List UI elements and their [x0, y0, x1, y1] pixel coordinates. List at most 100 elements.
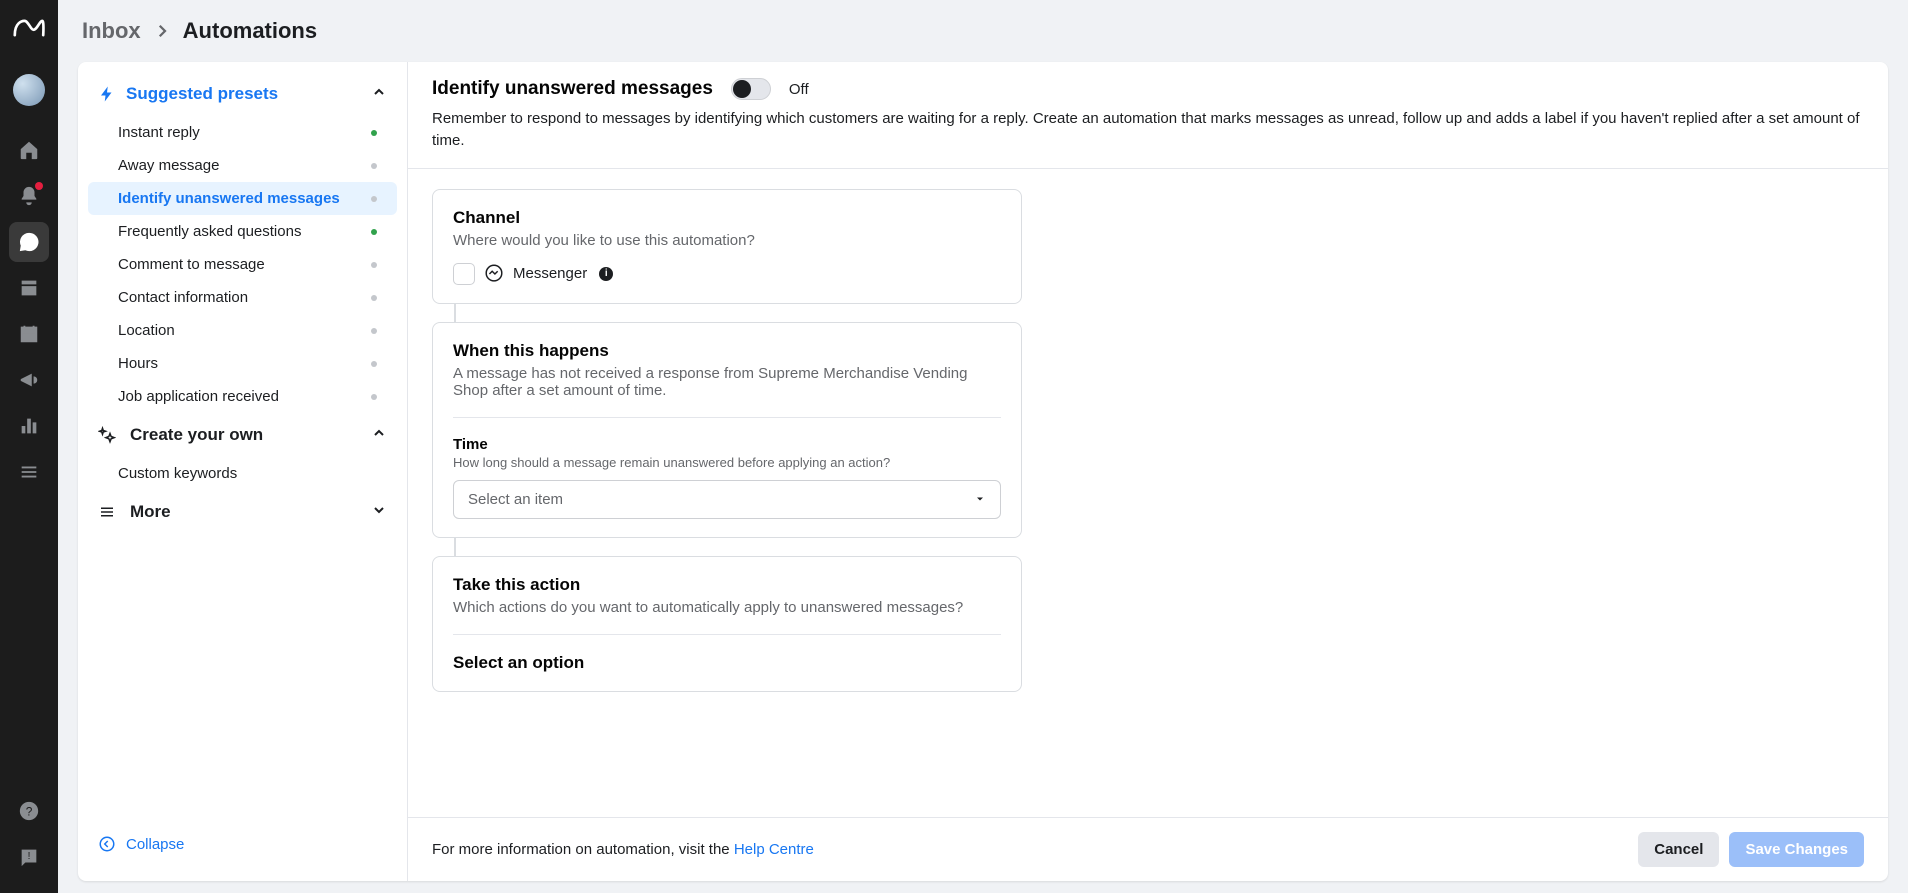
breadcrumb-current: Automations	[183, 18, 317, 44]
preset-item[interactable]: Job application received	[88, 380, 397, 413]
left-nav: ? !	[0, 0, 58, 893]
collapse-icon	[98, 835, 116, 853]
preset-label: Job application received	[118, 388, 279, 405]
nav-report-icon[interactable]: !	[9, 837, 49, 877]
status-dot	[371, 361, 377, 367]
svg-text:!: !	[28, 851, 31, 862]
when-title: When this happens	[453, 341, 1001, 361]
action-subtitle: Which actions do you want to automatical…	[453, 599, 1001, 616]
sparkle-icon	[98, 426, 120, 444]
lightning-icon	[98, 85, 116, 103]
avatar[interactable]	[13, 74, 45, 106]
section-more[interactable]: More	[78, 492, 407, 532]
content-panel: Suggested presets Instant reply Away mess…	[78, 62, 1888, 881]
channel-card: Channel Where would you like to use this…	[432, 189, 1022, 304]
status-dot	[371, 163, 377, 169]
notification-badge	[35, 182, 43, 190]
preset-label: Location	[118, 322, 175, 339]
chevron-up-icon	[371, 84, 387, 104]
footer-text: For more information on automation, visi…	[432, 841, 814, 858]
cancel-button[interactable]: Cancel	[1638, 832, 1719, 867]
status-dot	[371, 394, 377, 400]
time-help: How long should a message remain unanswe…	[453, 455, 1001, 470]
nav-menu-icon[interactable]	[9, 452, 49, 492]
preset-item[interactable]: Identify unanswered messages	[88, 182, 397, 215]
preset-label: Identify unanswered messages	[118, 190, 340, 207]
content-column: Identify unanswered messages Off Remembe…	[408, 62, 1888, 881]
content-header: Identify unanswered messages Off Remembe…	[408, 62, 1888, 169]
content-footer: For more information on automation, visi…	[408, 817, 1888, 881]
connector-line	[454, 538, 456, 556]
preset-label: Contact information	[118, 289, 248, 306]
enabled-toggle[interactable]	[731, 78, 771, 100]
nav-ads-icon[interactable]	[9, 360, 49, 400]
action-card: Take this action Which actions do you wa…	[432, 556, 1022, 692]
preset-item[interactable]: Away message	[88, 149, 397, 182]
channel-subtitle: Where would you like to use this automat…	[453, 232, 1001, 249]
section-label: More	[130, 502, 361, 522]
section-label: Create your own	[130, 425, 361, 445]
preset-label: Comment to message	[118, 256, 265, 273]
footer-text-prefix: For more information on automation, visi…	[432, 841, 734, 858]
collapse-button[interactable]: Collapse	[78, 818, 407, 869]
meta-logo-icon[interactable]	[11, 10, 47, 46]
preset-item[interactable]: Location	[88, 314, 397, 347]
status-dot	[371, 328, 377, 334]
preset-list: Instant reply Away message Identify unansw…	[78, 114, 407, 415]
preset-item[interactable]: Frequently asked questions	[88, 215, 397, 248]
channel-option-label: Messenger	[513, 265, 587, 282]
preset-item[interactable]: Instant reply	[88, 116, 397, 149]
automation-sidebar: Suggested presets Instant reply Away mess…	[78, 62, 408, 881]
nav-help-icon[interactable]: ?	[9, 791, 49, 831]
breadcrumb-parent[interactable]: Inbox	[82, 18, 141, 44]
nav-home-icon[interactable]	[9, 130, 49, 170]
time-label: Time	[453, 436, 1001, 453]
status-dot	[371, 229, 377, 235]
caret-down-icon	[974, 493, 986, 505]
main-area: Inbox Automations Suggested presets Inst…	[58, 0, 1908, 893]
status-dot	[371, 262, 377, 268]
chevron-up-icon	[371, 425, 387, 445]
toggle-state-label: Off	[789, 81, 809, 98]
action-option-title: Select an option	[453, 653, 1001, 673]
section-create-your-own[interactable]: Create your own	[78, 415, 407, 455]
status-dot	[371, 295, 377, 301]
connector-line	[454, 304, 456, 322]
action-title: Take this action	[453, 575, 1001, 595]
nav-notifications-icon[interactable]	[9, 176, 49, 216]
time-select-placeholder: Select an item	[468, 491, 563, 508]
when-card: When this happens A message has not rece…	[432, 322, 1022, 538]
svg-text:?: ?	[26, 805, 33, 819]
channel-checkbox[interactable]	[453, 263, 475, 285]
status-dot	[371, 130, 377, 136]
preset-item[interactable]: Contact information	[88, 281, 397, 314]
list-icon	[98, 503, 120, 521]
section-label: Suggested presets	[126, 84, 361, 104]
section-suggested-presets[interactable]: Suggested presets	[78, 74, 407, 114]
info-icon[interactable]: i	[599, 267, 613, 281]
messenger-icon	[483, 263, 505, 285]
when-subtitle: A message has not received a response fr…	[453, 365, 1001, 399]
nav-calendar-icon[interactable]	[9, 314, 49, 354]
help-centre-link[interactable]: Help Centre	[734, 841, 814, 858]
custom-item[interactable]: Custom keywords	[88, 457, 397, 490]
nav-posts-icon[interactable]	[9, 268, 49, 308]
time-select[interactable]: Select an item	[453, 480, 1001, 519]
breadcrumb: Inbox Automations	[58, 0, 1908, 62]
status-dot	[371, 196, 377, 202]
channel-title: Channel	[453, 208, 1001, 228]
automation-title: Identify unanswered messages	[432, 78, 713, 100]
automation-description: Remember to respond to messages by ident…	[432, 108, 1864, 152]
content-body[interactable]: Channel Where would you like to use this…	[408, 169, 1888, 818]
preset-item[interactable]: Hours	[88, 347, 397, 380]
custom-list: Custom keywords	[78, 455, 407, 492]
preset-item[interactable]: Comment to message	[88, 248, 397, 281]
preset-label: Away message	[118, 157, 219, 174]
save-button[interactable]: Save Changes	[1729, 832, 1864, 867]
chevron-down-icon	[371, 502, 387, 522]
preset-label: Hours	[118, 355, 158, 372]
preset-label: Frequently asked questions	[118, 223, 301, 240]
nav-inbox-icon[interactable]	[9, 222, 49, 262]
nav-insights-icon[interactable]	[9, 406, 49, 446]
custom-item-label: Custom keywords	[118, 465, 237, 482]
